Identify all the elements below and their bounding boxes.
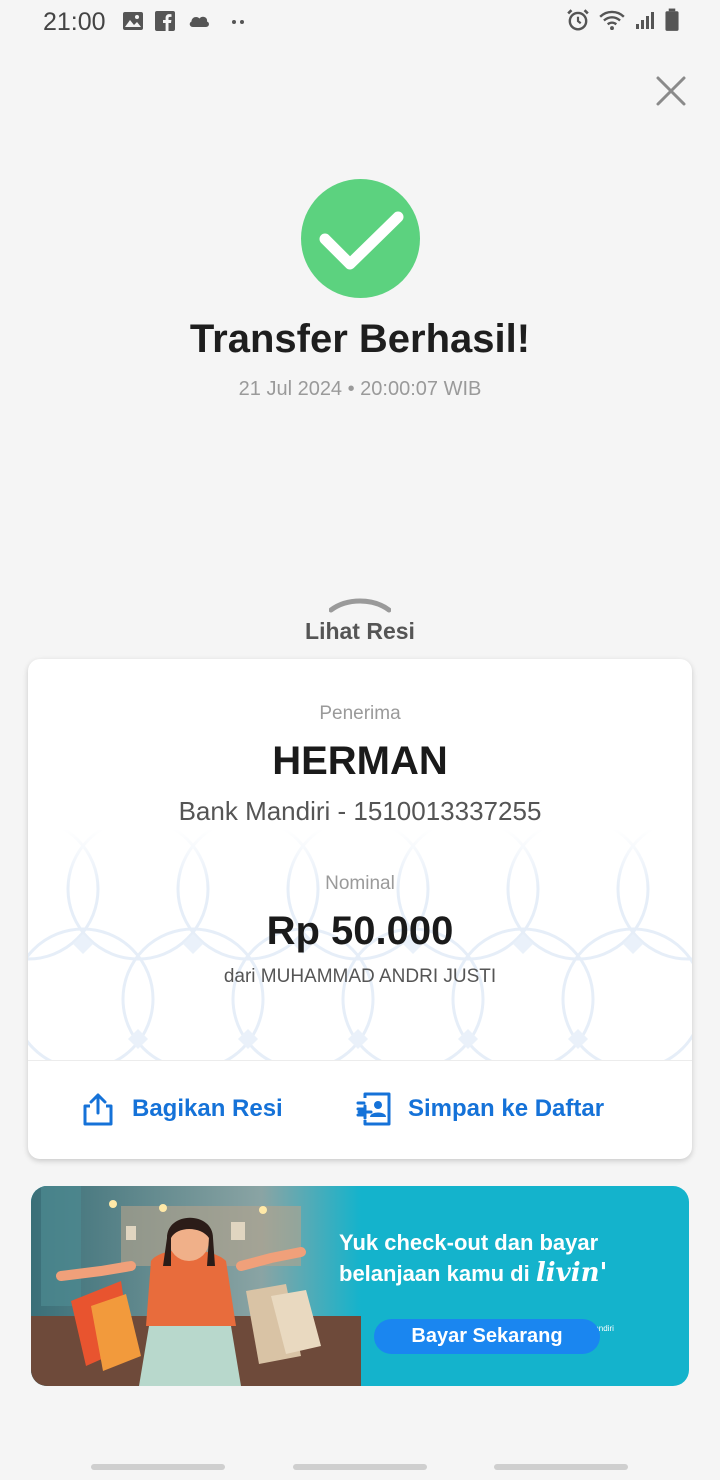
facebook-icon	[155, 11, 175, 31]
status-bar: 21:00	[0, 0, 720, 44]
check-circle-icon	[301, 179, 420, 298]
banner-text: Yuk check-out dan bayar belanjaan kamu d…	[339, 1228, 679, 1333]
pay-now-button[interactable]: Bayar Sekarang	[374, 1319, 600, 1354]
share-receipt-button[interactable]: Bagikan Resi	[80, 1091, 283, 1127]
system-navigation-bar	[0, 1452, 720, 1480]
battery-icon	[665, 8, 679, 31]
recipient-bank-account: Bank Mandiri - 1510013337255	[178, 796, 542, 826]
promo-banner[interactable]: Yuk check-out dan bayar belanjaan kamu d…	[31, 1186, 689, 1386]
chevron-up-icon	[329, 598, 391, 613]
more-dots-icon	[232, 20, 244, 24]
view-receipt-toggle[interactable]: Lihat Resi	[260, 594, 460, 645]
save-to-list-label: Simpan ke Daftar	[408, 1095, 605, 1122]
receipt-card: Penerima HERMAN Bank Mandiri - 151001333…	[28, 659, 692, 1159]
nav-home-button[interactable]	[293, 1464, 427, 1470]
transfer-success-screen: 21:00 Transfer Berhasil! 21 Jul 2024 • 2…	[0, 0, 720, 1480]
alarm-icon	[567, 9, 589, 31]
close-icon[interactable]	[652, 72, 690, 110]
transaction-datetime: 21 Jul 2024 • 20:00:07 WIB	[238, 378, 482, 400]
sender-name: dari MUHAMMAD ANDRI JUSTI	[223, 966, 497, 987]
success-title: Transfer Berhasil!	[189, 317, 531, 361]
status-time: 21:00	[43, 8, 106, 36]
nav-back-button[interactable]	[494, 1464, 628, 1470]
banner-photo-shopping-woman	[31, 1186, 361, 1386]
recipient-name: HERMAN	[272, 739, 448, 783]
banner-line-1: Yuk check-out dan bayar	[339, 1230, 599, 1255]
view-receipt-label: Lihat Resi	[305, 618, 415, 644]
nav-recents-button[interactable]	[91, 1464, 225, 1470]
share-icon	[83, 1093, 113, 1126]
banner-line-2: belanjaan kamu di	[339, 1261, 530, 1286]
save-to-list-button[interactable]: Simpan ke Daftar	[356, 1091, 604, 1127]
image-icon	[123, 12, 143, 30]
livin-logo: livin'	[535, 1258, 608, 1288]
transfer-amount: Rp 50.000	[266, 909, 454, 953]
share-receipt-label: Bagikan Resi	[132, 1095, 283, 1122]
signal-icon	[636, 12, 654, 29]
receipt-actions: Bagikan Resi Simpan ke Daftar	[28, 1061, 692, 1159]
recipient-label: Penerima	[319, 703, 401, 724]
cloud-icon	[189, 16, 209, 27]
wifi-icon	[599, 10, 625, 31]
add-contact-icon	[356, 1092, 391, 1126]
amount-label: Nominal	[325, 873, 395, 894]
